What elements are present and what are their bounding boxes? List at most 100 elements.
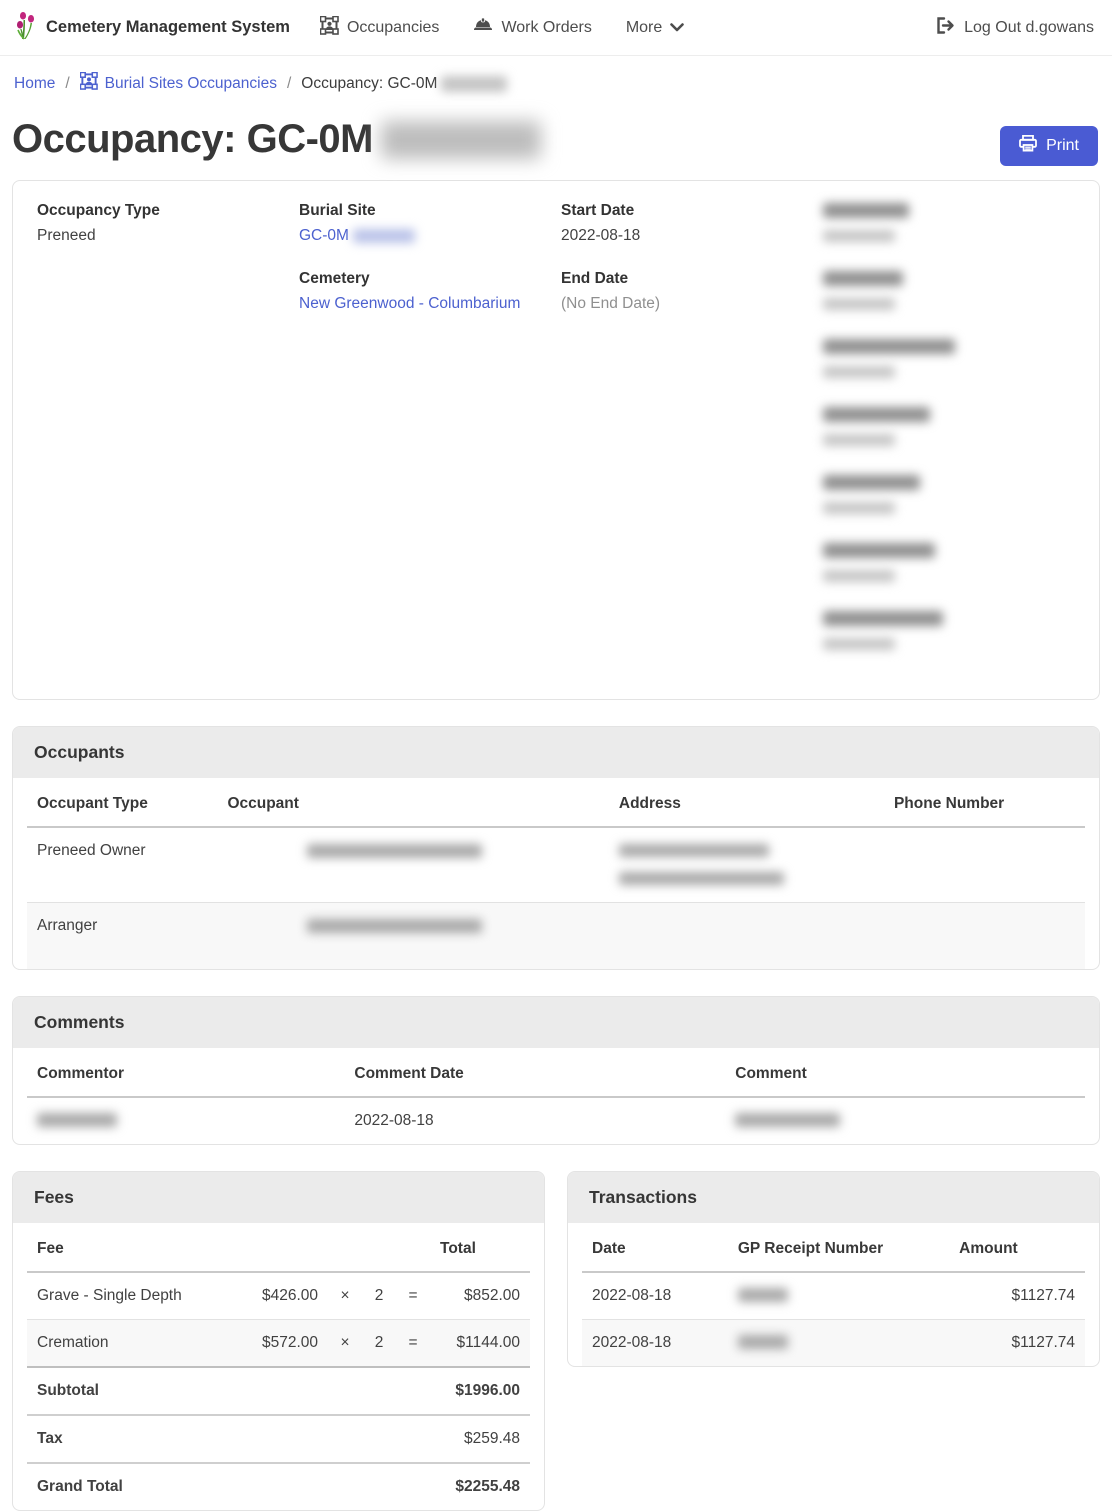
transaction-row: 2022-08-18 $1127.74 <box>582 1272 1085 1320</box>
occupancy-details-card: Occupancy Type Preneed Burial Site GC-0M… <box>12 180 1100 700</box>
redacted-text <box>37 1113 117 1127</box>
fees-card-title: Fees <box>13 1172 544 1223</box>
print-button[interactable]: Print <box>1000 126 1098 166</box>
tax-label: Tax <box>27 1415 236 1463</box>
occupants-card-title: Occupants <box>13 727 1099 778</box>
fee-qty-cell: 2 <box>362 1272 396 1320</box>
transactions-table: Date GP Receipt Number Amount 2022-08-18… <box>582 1223 1085 1366</box>
comments-header-date: Comment Date <box>344 1048 725 1097</box>
app-title: Cemetery Management System <box>46 18 290 37</box>
fee-row: Cremation $572.00 × 2 = $1144.00 <box>27 1319 530 1367</box>
transaction-amount-cell: $1127.74 <box>949 1319 1085 1366</box>
app-brand[interactable]: Cemetery Management System <box>14 10 290 45</box>
grand-total-label: Grand Total <box>27 1463 236 1510</box>
occupant-name-cell <box>217 827 608 903</box>
burial-site-link[interactable]: GC-0M <box>299 227 349 244</box>
subtotal-label: Subtotal <box>27 1367 236 1415</box>
breadcrumb-separator: / <box>65 75 69 93</box>
nav-item-label: More <box>626 19 662 37</box>
comments-header-comment: Comment <box>725 1048 1085 1097</box>
print-button-label: Print <box>1046 137 1079 155</box>
fees-header-total: Total <box>430 1223 530 1272</box>
breadcrumb-current-label: Occupancy: GC-0M <box>301 75 437 93</box>
fees-header-spacer <box>236 1223 430 1272</box>
tax-value: $259.48 <box>430 1415 530 1463</box>
comment-date-cell: 2022-08-18 <box>344 1097 725 1144</box>
end-date-label: End Date <box>561 270 813 288</box>
occupants-header-address: Address <box>609 778 884 827</box>
comments-card: Comments Commentor Comment Date Comment … <box>12 996 1100 1145</box>
transaction-row: 2022-08-18 $1127.74 <box>582 1319 1085 1366</box>
cemetery-link[interactable]: New Greenwood - Columbarium <box>299 295 520 312</box>
fees-grand-total-row: Grand Total $2255.48 <box>27 1463 530 1510</box>
redacted-label <box>823 339 955 354</box>
occupancy-type-value: Preneed <box>37 227 289 245</box>
occupants-header-type: Occupant Type <box>27 778 217 827</box>
spacer-cell <box>236 1367 430 1415</box>
transaction-receipt-cell <box>728 1319 949 1366</box>
redacted-text <box>441 76 507 92</box>
breadcrumb-current: Occupancy: GC-0M <box>301 75 507 93</box>
redacted-value <box>823 366 895 378</box>
redacted-value <box>823 298 895 310</box>
nav-item-more[interactable]: More <box>626 19 684 37</box>
occupant-phone-cell <box>884 827 1085 903</box>
hard-hat-icon <box>473 17 493 38</box>
occupant-row: Preneed Owner <box>27 827 1085 903</box>
fee-times-cell: × <box>328 1272 362 1320</box>
nav-item-occupancies[interactable]: Occupancies <box>320 16 440 40</box>
comments-table: Commentor Comment Date Comment 2022-08-1… <box>27 1048 1085 1144</box>
redacted-text <box>353 229 415 243</box>
redacted-label <box>823 407 930 422</box>
transaction-date-cell: 2022-08-18 <box>582 1272 728 1320</box>
redacted-text <box>307 844 482 858</box>
transactions-header-amount: Amount <box>949 1223 1085 1272</box>
top-navbar: Cemetery Management System Occupancies W <box>0 0 1112 56</box>
redacted-label <box>823 271 903 286</box>
nav-item-label: Work Orders <box>501 19 591 37</box>
redacted-label <box>823 611 943 626</box>
transaction-date-cell: 2022-08-18 <box>582 1319 728 1366</box>
transactions-header-date: Date <box>582 1223 728 1272</box>
fee-name-cell: Cremation <box>27 1319 236 1367</box>
fees-header-fee: Fee <box>27 1223 236 1272</box>
occupant-name-cell <box>217 903 608 969</box>
transaction-receipt-cell <box>728 1272 949 1320</box>
redacted-text <box>619 872 784 885</box>
redacted-text <box>735 1113 840 1127</box>
printer-icon <box>1019 135 1037 157</box>
occupant-type-cell: Preneed Owner <box>27 827 217 903</box>
occupant-phone-cell <box>884 903 1085 969</box>
start-date-value: 2022-08-18 <box>561 227 813 245</box>
redacted-text <box>738 1288 788 1302</box>
fees-tax-row: Tax $259.48 <box>27 1415 530 1463</box>
details-column-3: Start Date 2022-08-18 End Date (No End D… <box>561 202 813 678</box>
page-title-text: Occupancy: GC-0M <box>12 117 373 162</box>
occupancy-frame-icon-blue <box>80 72 98 95</box>
breadcrumb-occupancies-link[interactable]: Burial Sites Occupancies <box>80 72 277 95</box>
fees-card: Fees Fee Total Grave - Single Depth $426… <box>12 1171 545 1511</box>
comment-row: 2022-08-18 <box>27 1097 1085 1144</box>
breadcrumb-occupancies-label: Burial Sites Occupancies <box>105 75 277 93</box>
redacted-text <box>619 844 769 857</box>
occupancy-frame-icon <box>320 16 339 40</box>
fee-name-cell: Grave - Single Depth <box>27 1272 236 1320</box>
breadcrumb-home-link[interactable]: Home <box>14 75 55 93</box>
cemetery-label: Cemetery <box>299 270 551 288</box>
occupants-header-occupant: Occupant <box>217 778 608 827</box>
chevron-down-icon <box>670 19 684 37</box>
logout-button[interactable]: Log Out d.gowans <box>936 17 1094 39</box>
nav-item-work-orders[interactable]: Work Orders <box>473 17 591 38</box>
fee-total-cell: $1144.00 <box>430 1319 530 1367</box>
transactions-card-title: Transactions <box>568 1172 1099 1223</box>
redacted-text <box>738 1335 788 1349</box>
occupants-card: Occupants Occupant Type Occupant Address… <box>12 726 1100 970</box>
breadcrumb-separator: / <box>287 75 291 93</box>
spacer-cell <box>236 1415 430 1463</box>
subtotal-value: $1996.00 <box>430 1367 530 1415</box>
details-column-2: Burial Site GC-0M Cemetery New Greenwood… <box>299 202 551 678</box>
fee-times-cell: × <box>328 1319 362 1367</box>
page-header: Occupancy: GC-0M Print <box>0 109 1112 180</box>
redacted-text <box>307 919 482 933</box>
logout-label: Log Out d.gowans <box>964 19 1094 37</box>
